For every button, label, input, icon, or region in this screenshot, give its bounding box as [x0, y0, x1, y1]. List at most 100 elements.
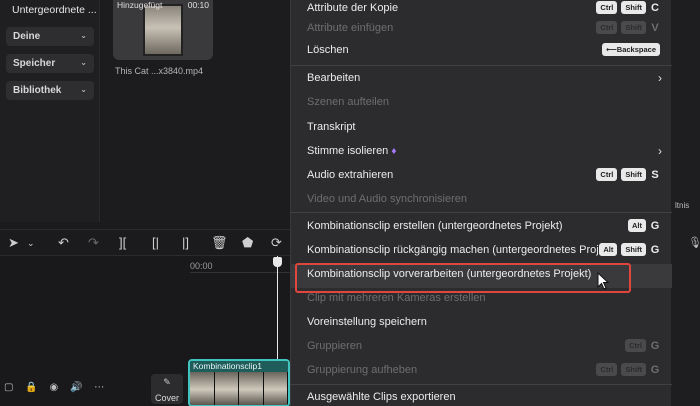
delete-icon[interactable]: 🗑 [211, 235, 228, 251]
dropdown-label: Speicher [13, 58, 56, 69]
select-tool-icon[interactable]: ➤ [8, 235, 19, 251]
menu-item-transcript[interactable]: Transkript [291, 117, 672, 139]
kbd-key: Alt [628, 219, 646, 232]
kbd-key: Shift [621, 168, 646, 181]
shortcut: Ctrl G [625, 339, 660, 352]
shortcut-letter: G [650, 219, 660, 232]
shortcut: Ctrl Shift G [596, 363, 660, 376]
dropdown-label: Bibliothek [13, 85, 62, 96]
shortcut: Ctrl Shift C [596, 1, 660, 14]
menu-item-create-compound-clip[interactable]: Kombinationsclip erstellen (untergeordne… [291, 216, 672, 238]
lock-icon[interactable]: 🔒 [25, 382, 37, 393]
kbd-key: Shift [621, 1, 646, 14]
menu-item-label: Attribute einfügen [307, 22, 394, 34]
split-icon[interactable]: ][ [119, 235, 126, 250]
shortcut-letter: V [651, 21, 659, 34]
redo-icon[interactable]: ↷ [88, 235, 99, 251]
shortcut: Ctrl Shift V [596, 21, 660, 34]
menu-item-label: Kombinationsclip erstellen (untergeordne… [307, 220, 563, 232]
screen-icon[interactable]: ▢ [4, 382, 13, 393]
premium-gem-icon: ♦ [391, 146, 397, 157]
split-left-icon[interactable]: [| [152, 235, 159, 250]
menu-item-undo-compound-clip[interactable]: Kombinationsclip rückgängig machen (unte… [291, 240, 672, 262]
menu-item-label: Szenen aufteilen [307, 96, 389, 108]
menu-item-label: Stimme isolieren ♦ [307, 145, 396, 157]
pencil-icon: ✎ [163, 377, 171, 387]
eye-icon[interactable]: ◉ [49, 382, 58, 393]
menu-item-multicam-clip[interactable]: Clip mit mehreren Kameras erstellen [291, 288, 672, 310]
sidebar-dropdown-speicher[interactable]: Speicher ⌄ [6, 54, 94, 73]
media-thumbnail[interactable]: Hinzugefügt 00:10 [113, 0, 213, 60]
clip-frame [214, 372, 239, 405]
menu-item-label: Ausgewählte Clips exportieren [307, 391, 456, 403]
sidebar-dropdown-bibliothek[interactable]: Bibliothek ⌄ [6, 81, 94, 100]
menu-item-label: Bearbeiten [307, 72, 361, 84]
menu-item-split-scenes[interactable]: Szenen aufteilen [291, 92, 672, 114]
timeline-toolbar: ➤ ⌄ ↶ ↷ ][ [| |] 🗑 ⬟ ⟳ [0, 229, 290, 255]
menu-item-isolate-voice[interactable]: Stimme isolieren ♦ › [291, 141, 672, 163]
sidebar-dropdown-deine[interactable]: Deine ⌄ [6, 27, 94, 46]
clip-frame [239, 372, 264, 405]
thumbnail-image [143, 4, 183, 56]
menu-item-label: Löschen [307, 44, 349, 56]
shortcut: Ctrl Shift S [596, 168, 660, 181]
kbd-key: Alt [599, 243, 618, 256]
menu-separator [291, 65, 672, 66]
ruler-line [190, 272, 290, 273]
clip-frames [190, 372, 288, 405]
menu-item-paste-attributes[interactable]: Attribute einfügen Ctrl Shift V [291, 18, 672, 40]
menu-item-group[interactable]: Gruppieren Ctrl G [291, 336, 672, 358]
marker-icon[interactable]: ⬟ [242, 235, 253, 251]
timeline-panel: 00:00 ▢ 🔒 ◉ 🔊 ⋯ ✎ Cover Kombinationsclip… [0, 255, 290, 406]
undo-icon[interactable]: ↶ [58, 235, 69, 251]
kbd-key: Ctrl [596, 1, 618, 14]
media-duration: 00:10 [187, 0, 209, 10]
menu-item-copy-attributes[interactable]: Attribute der Kopie Ctrl Shift C [291, 0, 672, 20]
track-controls: ▢ 🔒 ◉ 🔊 ⋯ [4, 382, 113, 393]
chevron-down-icon[interactable]: ⌄ [27, 238, 35, 249]
menu-item-edit[interactable]: Bearbeiten › [291, 68, 672, 90]
chevron-down-icon: ⌄ [80, 85, 87, 94]
partial-label: ltnis [675, 201, 690, 210]
menu-item-label: Kombinationsclip rückgängig machen (unte… [307, 244, 618, 256]
context-menu: Attribute der Kopie Ctrl Shift C Attribu… [290, 0, 672, 406]
ruler-time: 00:00 [190, 261, 213, 271]
menu-item-text: Stimme isolieren [307, 145, 389, 157]
menu-item-label: Gruppierung aufheben [307, 364, 418, 376]
shortcut: Alt G [628, 219, 660, 232]
clip-frame [263, 372, 288, 405]
dropdown-label: Deine [13, 31, 41, 42]
shortcut-letter: C [651, 1, 659, 14]
microphone-icon[interactable]: 🎙 [688, 236, 700, 249]
kbd-key: ⟵Backspace [602, 43, 660, 56]
chevron-right-icon: › [658, 144, 662, 158]
menu-separator [291, 212, 672, 213]
clip-name: Kombinationsclip1 [190, 361, 288, 372]
menu-item-delete[interactable]: Löschen ⟵Backspace [291, 40, 672, 62]
split-right-icon[interactable]: |] [182, 235, 189, 250]
menu-item-label: Attribute der Kopie [307, 2, 399, 14]
loop-icon[interactable]: ⟳ [271, 235, 282, 251]
kbd-key: Shift [621, 21, 646, 34]
sidebar-title: Untergeordnete ... [12, 4, 97, 16]
cover-label: Cover [154, 393, 179, 403]
shortcut-letter: S [651, 168, 659, 181]
media-panel: Hinzugefügt 00:10 This Cat ...x3840.mp4 [101, 0, 291, 222]
menu-separator [291, 384, 672, 385]
menu-item-ungroup[interactable]: Gruppierung aufheben Ctrl Shift G [291, 360, 672, 382]
sidebar: Untergeordnete ... Deine ⌄ Speicher ⌄ Bi… [0, 0, 100, 222]
more-icon[interactable]: ⋯ [94, 382, 104, 393]
menu-item-export-selected-clips[interactable]: Ausgewählte Clips exportieren [291, 387, 672, 406]
menu-item-label: Video und Audio synchronisieren [307, 193, 468, 205]
compound-clip[interactable]: Kombinationsclip1 [188, 359, 290, 406]
menu-item-save-preset[interactable]: Voreinstellung speichern [291, 312, 672, 334]
menu-item-extract-audio[interactable]: Audio extrahieren Ctrl Shift S [291, 165, 672, 187]
kbd-key: Ctrl [596, 363, 618, 376]
mouse-cursor-icon [597, 272, 609, 290]
cover-button[interactable]: ✎ Cover [151, 374, 183, 404]
menu-item-label: Voreinstellung speichern [307, 316, 427, 328]
kbd-key: Shift [621, 363, 646, 376]
kbd-key: Ctrl [596, 168, 618, 181]
audio-icon[interactable]: 🔊 [70, 382, 82, 393]
menu-item-sync-video-audio[interactable]: Video und Audio synchronisieren [291, 189, 672, 211]
